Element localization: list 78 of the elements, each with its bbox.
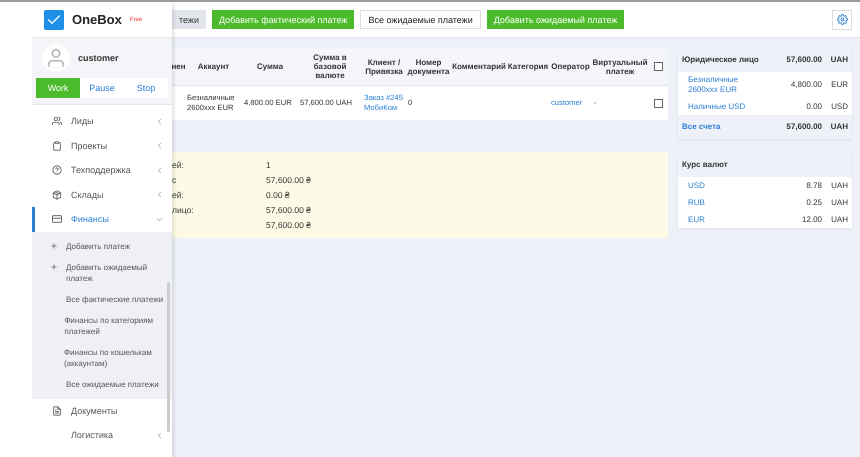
account-amount: 0.00 [805, 102, 822, 112]
chevron-left-icon [155, 190, 164, 200]
menu-icon [52, 116, 62, 126]
timer-button[interactable]: Stop [124, 78, 168, 98]
currency-link[interactable]: USD [688, 180, 764, 190]
currency-link[interactable]: RUB [688, 198, 764, 208]
user-name: customer [78, 53, 119, 63]
total-amount: 57,600.00 [785, 122, 822, 132]
summary-value: 57,600.00 ₴ [266, 205, 311, 216]
summary-value: 1 [266, 160, 271, 170]
account-link[interactable]: Наличные USD [688, 102, 764, 112]
chevron-left-icon [155, 166, 164, 175]
entity-amount: 57,600.00 [785, 55, 822, 65]
column-header: Виртуальный платеж [592, 48, 648, 86]
summary-label: с [172, 174, 176, 185]
settings-button[interactable] [832, 10, 852, 30]
rate-value: 0.25 [805, 198, 822, 208]
menu-icon [52, 140, 62, 151]
column-header: Аккаунт [185, 48, 242, 86]
sidebar-item[interactable]: Логистика [32, 423, 172, 448]
total-currency: UAH [830, 122, 848, 132]
toolbar-button[interactable]: Все ожидаемые платежи [360, 10, 481, 29]
submenu-item[interactable]: Финансы по кошелькам (аккаунтам) [32, 342, 172, 374]
chevron-left-icon [155, 430, 164, 440]
summary-label: ей: [172, 160, 184, 170]
submenu-item[interactable]: Все ожидаемые платежи [32, 374, 172, 394]
submenu-item[interactable]: Финансы по категориям платежей [32, 310, 172, 342]
account-amount: 4,800.00 [790, 80, 822, 90]
menu-icon [52, 406, 62, 416]
column-header: Сумма [242, 48, 298, 86]
plus-icon [50, 242, 58, 250]
account-currency: USD [830, 102, 848, 112]
entity-currency: UAH [830, 55, 848, 65]
submenu-item[interactable]: Добавить ожидаемый платеж [32, 256, 172, 288]
column-header: Сумма в базовой валюте [298, 48, 362, 86]
chevron-left-icon [155, 141, 164, 150]
sidebar-item[interactable]: Лиды [32, 109, 172, 134]
rate-currency: UAH [830, 180, 848, 190]
sidebar-item[interactable]: Документы [32, 398, 172, 423]
logo-icon [44, 10, 64, 30]
column-header: Оператор [549, 48, 592, 86]
plus-icon [50, 262, 58, 270]
column-header: Комментарий [451, 48, 507, 86]
column-header: Категория [507, 48, 549, 86]
currency-link[interactable]: EUR [688, 214, 764, 224]
avatar-icon [42, 44, 70, 72]
menu-icon [52, 214, 62, 224]
summary-label: лицо: [172, 205, 194, 216]
toolbar-button[interactable]: тежи [172, 10, 206, 29]
submenu-item[interactable]: Добавить платеж [32, 236, 172, 256]
menu-icon [52, 190, 62, 200]
summary-value: 0.00 ₴ [266, 190, 290, 200]
row-checkbox[interactable] [654, 98, 662, 108]
logo-text: OneBox [72, 12, 122, 27]
menu-icon [52, 165, 62, 176]
gear-icon [836, 14, 848, 25]
rate-currency: UAH [830, 214, 848, 224]
timer-button[interactable]: Pause [80, 78, 124, 98]
rates-title: Курс валют [682, 160, 729, 170]
summary-label: ей: [172, 190, 184, 200]
sidebar-item[interactable]: Техподдержка [32, 158, 172, 182]
rate-currency: UAH [830, 198, 848, 208]
submenu-item[interactable]: Все фактические платежи [32, 288, 172, 310]
rate-value: 12.00 [800, 214, 822, 224]
column-header: Номер документа [406, 48, 451, 86]
all-accounts-link[interactable]: Все счета [682, 122, 764, 132]
sidebar-item[interactable]: Проекты [32, 134, 172, 158]
summary-value: 57,600.00 ₴ [266, 220, 311, 230]
entity-name: Юридическое лицо [682, 55, 760, 65]
select-all-checkbox[interactable] [654, 62, 662, 71]
column-header: нен [172, 48, 185, 86]
summary-value: 57,600.00 ₴ [266, 174, 311, 185]
column-header: Клиент / Привязка [362, 48, 406, 86]
sidebar-item[interactable]: Склады [32, 182, 172, 207]
chevron-left-icon [155, 116, 164, 126]
account-currency: EUR [830, 80, 848, 90]
account-link[interactable]: Безналичные 2600xxx EUR [688, 75, 764, 95]
rate-value: 8.78 [805, 180, 822, 190]
